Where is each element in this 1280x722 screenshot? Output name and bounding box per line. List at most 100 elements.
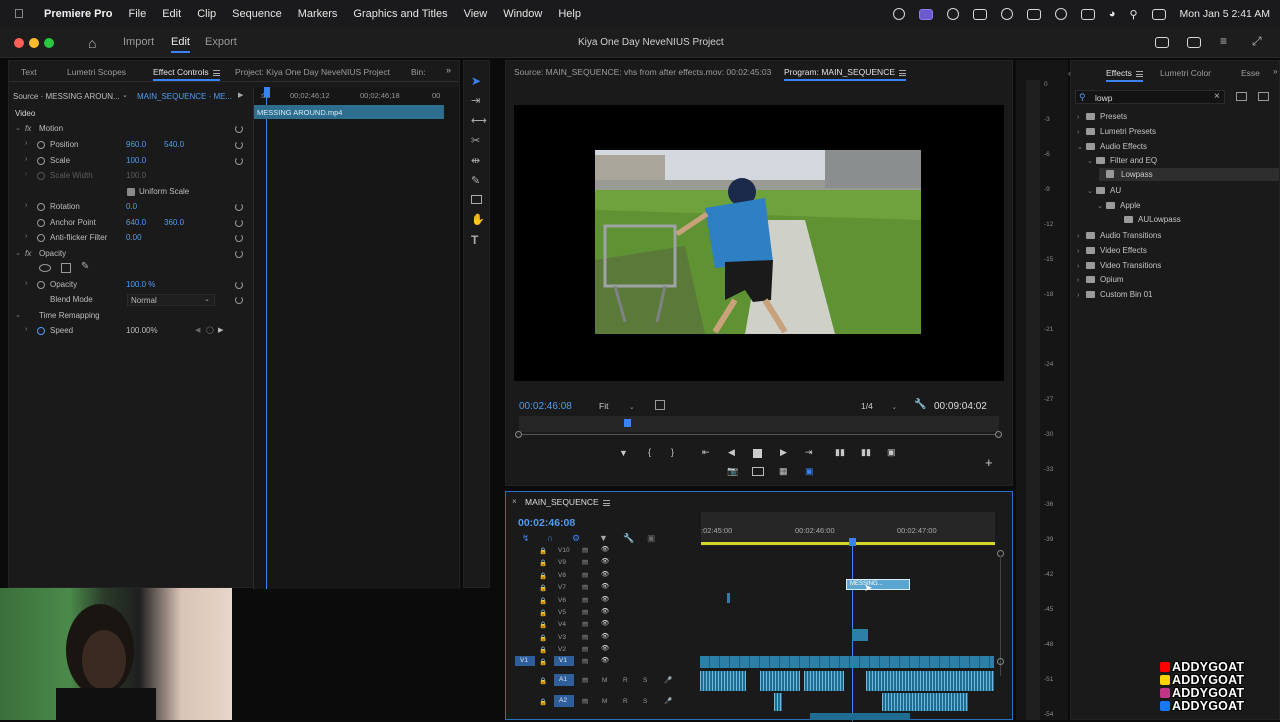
track-header-v9[interactable]: 🔒 V9 ▤ 👁 — [515, 556, 700, 568]
menu-file[interactable]: File — [128, 8, 146, 20]
overflow-tabs-icon[interactable]: » — [1273, 66, 1278, 76]
tree-lumetri-presets[interactable]: › Lumetri Presets — [1077, 127, 1156, 136]
tree-audio-transitions[interactable]: › Audio Transitions — [1077, 231, 1161, 240]
eye-icon[interactable]: 👁 — [601, 607, 609, 615]
expand-arrow-icon[interactable]: ⌄ — [15, 311, 21, 319]
tree-presets[interactable]: › Presets — [1077, 112, 1127, 121]
reset-icon[interactable] — [235, 250, 243, 258]
zoom-scrollbar[interactable] — [519, 434, 999, 435]
track-header-v10[interactable]: 🔒 V10 ▤ 👁 — [515, 544, 700, 556]
scale-value[interactable]: 100.0 — [126, 156, 146, 165]
track-header-v8[interactable]: 🔒 V8 ▤ 👁 — [515, 569, 700, 581]
screen-record-icon[interactable] — [918, 8, 933, 20]
home-icon[interactable]: ⌂ — [88, 35, 96, 51]
eye-icon[interactable]: 👁 — [601, 557, 609, 565]
nav-export[interactable]: Export — [205, 36, 237, 48]
time-remapping-row[interactable]: ⌄ Time Remapping — [9, 309, 257, 324]
reset-icon[interactable] — [235, 157, 243, 165]
stopwatch-icon[interactable] — [37, 203, 45, 211]
mute-button[interactable]: M — [602, 677, 607, 684]
clip-v6[interactable] — [727, 593, 730, 603]
anti-flicker-value[interactable]: 0.00 — [126, 233, 142, 242]
track-header-a2[interactable]: 🔒 A2 ▤ M R S 🎤 — [515, 691, 700, 711]
expand-arrow-icon[interactable]: › — [25, 280, 27, 287]
audio-clip[interactable] — [804, 671, 844, 691]
track-header-a1[interactable]: 🔒 A1 ▤ M R S 🎤 — [515, 670, 700, 690]
resolution-select[interactable]: 1/4 ⌄ — [861, 401, 897, 411]
type-tool-icon[interactable]: T — [471, 233, 478, 247]
sync-lock-icon[interactable]: ▤ — [582, 645, 588, 653]
pen-mask-icon[interactable]: ✎ — [81, 261, 89, 272]
safe-margins-icon[interactable] — [752, 467, 764, 476]
lock-icon[interactable]: 🔒 — [539, 547, 547, 555]
speed-row[interactable]: › Speed 100.00% ◀ ◯ ▶ — [9, 324, 257, 339]
tab-text[interactable]: Text — [21, 67, 37, 77]
add-marker-icon[interactable]: ▼ — [599, 533, 608, 543]
eye-icon[interactable]: 👁 — [601, 595, 609, 603]
step-forward-icon[interactable]: ▶ — [780, 447, 787, 458]
play-icon[interactable] — [1054, 8, 1067, 20]
reset-icon[interactable] — [235, 234, 243, 242]
close-window-button[interactable] — [14, 38, 24, 48]
stop-icon[interactable] — [753, 449, 762, 458]
nest-icon[interactable]: ↯ — [522, 533, 530, 544]
sync-lock-icon[interactable]: ▤ — [582, 546, 588, 554]
menu-graphics[interactable]: Graphics and Titles — [353, 8, 447, 20]
extension-icon[interactable] — [972, 8, 987, 20]
sync-lock-icon[interactable]: ▤ — [582, 571, 588, 579]
go-to-out-icon[interactable]: ⇥ — [805, 447, 813, 458]
tree-custom-bin[interactable]: › Custom Bin 01 — [1077, 290, 1152, 299]
tree-au[interactable]: ⌄ AU — [1087, 186, 1121, 195]
tree-lowpass-selected[interactable]: Lowpass — [1099, 168, 1279, 181]
keyframe-add-icon[interactable]: ◯ — [206, 326, 214, 334]
lock-icon[interactable]: 🔒 — [539, 559, 547, 567]
clip-v3[interactable] — [852, 629, 868, 641]
headphones-icon[interactable] — [1000, 8, 1013, 20]
eye-icon[interactable]: 👁 — [601, 570, 609, 578]
timeline-tracks-area[interactable]: MESSING... ➤ — [700, 545, 994, 720]
selection-tool-icon[interactable]: ➤ — [471, 74, 481, 88]
sequence-tab[interactable]: MAIN_SEQUENCE — [525, 497, 610, 507]
timeline-scroll-handle-bottom[interactable] — [997, 658, 1004, 665]
mute-button[interactable]: M — [602, 698, 607, 705]
scale-row[interactable]: › Scale 100.0 — [9, 154, 257, 169]
tab-effect-controls[interactable]: Effect Controls — [153, 67, 220, 81]
zoom-handle-left[interactable] — [515, 431, 522, 438]
control-center-icon[interactable] — [1151, 8, 1166, 20]
close-tab-icon[interactable]: × — [512, 497, 517, 506]
sync-lock-icon[interactable]: ▤ — [582, 558, 588, 566]
stopwatch-icon[interactable] — [37, 219, 45, 227]
rectangle-tool-icon[interactable] — [471, 195, 482, 204]
nav-edit[interactable]: Edit — [171, 36, 190, 53]
tree-video-transitions[interactable]: › Video Transitions — [1077, 261, 1161, 270]
tab-project[interactable]: Project: Kiya One Day NeveNIUS Project — [235, 67, 390, 77]
uniform-scale-row[interactable]: Uniform Scale — [9, 185, 257, 200]
rectangle-mask-icon[interactable] — [61, 263, 71, 273]
uniform-scale-checkbox[interactable] — [127, 188, 135, 196]
clip-bar[interactable]: MESSING AROUND.mp4 — [254, 105, 444, 119]
lock-icon[interactable]: 🔒 — [539, 572, 547, 580]
play-only-icon[interactable]: ▶ — [238, 91, 243, 99]
tab-effects[interactable]: Effects — [1106, 68, 1143, 82]
track-header-v1[interactable]: V1 🔒 V1 ▤ 👁 — [515, 655, 700, 668]
lock-icon[interactable]: 🔒 — [539, 621, 547, 629]
menu-window[interactable]: Window — [503, 8, 542, 20]
anchor-point-row[interactable]: Anchor Point 640.0 360.0 — [9, 216, 257, 231]
settings-icon[interactable] — [655, 400, 665, 410]
display-icon[interactable] — [1026, 8, 1041, 20]
tab-source-monitor[interactable]: Source: MAIN_SEQUENCE: vhs from after ef… — [514, 67, 771, 77]
tab-lumetri-color[interactable]: Lumetri Color — [1160, 68, 1211, 78]
app-menu[interactable]: Premiere Pro — [44, 8, 112, 20]
clip-v1-strip[interactable] — [700, 656, 994, 668]
tab-program-monitor[interactable]: Program: MAIN_SEQUENCE — [784, 67, 906, 81]
add-button-icon[interactable]: + — [985, 455, 993, 470]
zoom-handle-right[interactable] — [995, 431, 1002, 438]
wrench-icon[interactable]: 🔧 — [914, 399, 926, 410]
razor-tool-icon[interactable]: ✂ — [471, 134, 480, 147]
reset-icon[interactable] — [235, 141, 243, 149]
sync-lock-icon[interactable]: ▤ — [582, 697, 588, 705]
source-clip-label[interactable]: Source · MESSING AROUN... — [13, 92, 120, 101]
blend-mode-row[interactable]: Blend Mode Normal ⌄ — [9, 293, 257, 308]
slip-tool-icon[interactable]: ⇹ — [471, 154, 480, 167]
sync-lock-icon[interactable]: ▤ — [582, 676, 588, 684]
